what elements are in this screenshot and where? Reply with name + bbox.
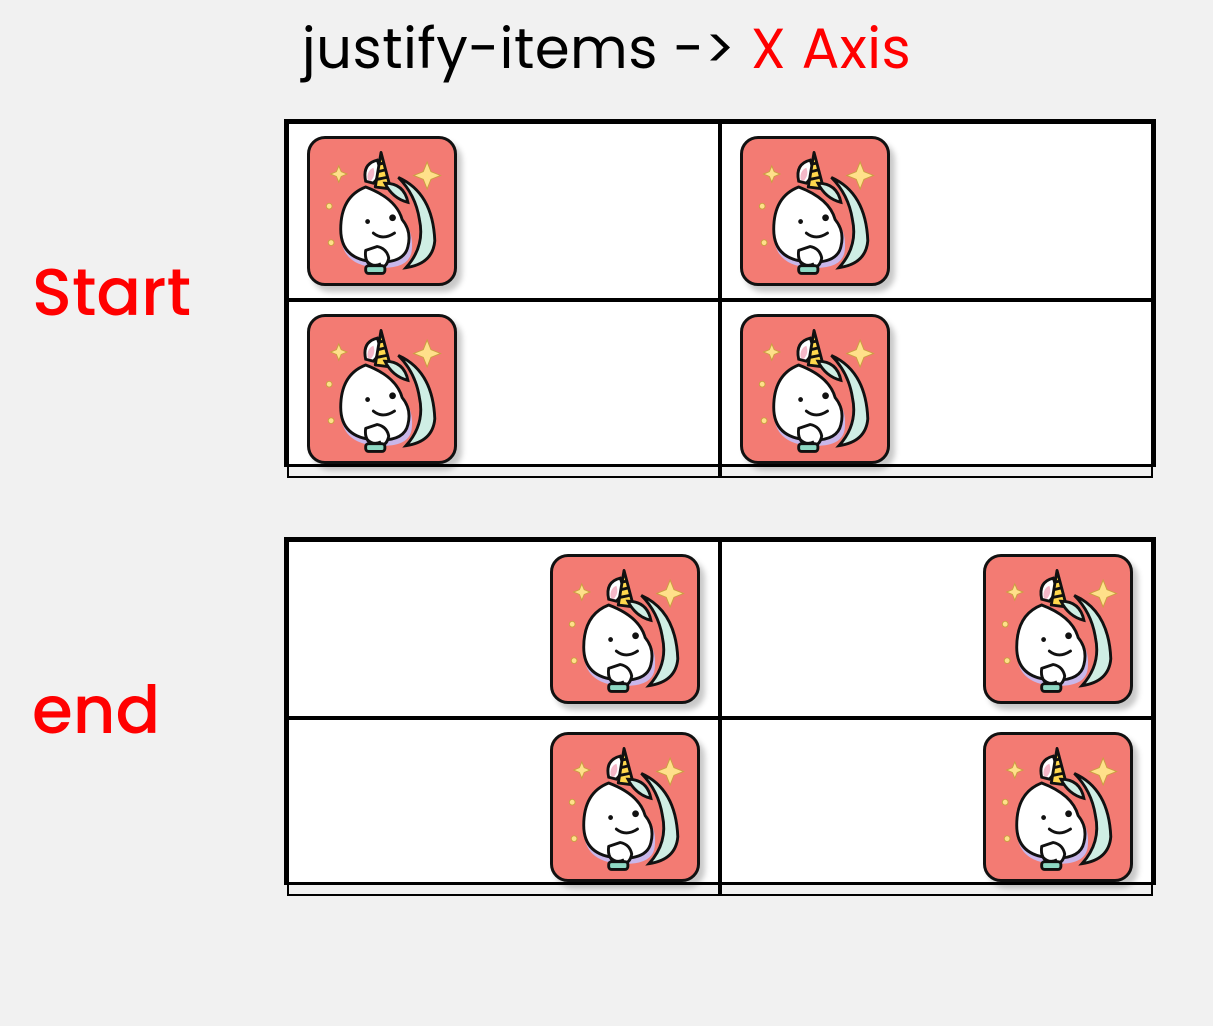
- example-label: end: [32, 662, 258, 761]
- unicorn-icon: [550, 732, 700, 882]
- unicorn-icon: [550, 554, 700, 704]
- grid-cell: [720, 122, 1153, 300]
- example-row-end: end: [0, 537, 1213, 885]
- grid-cell: [287, 718, 720, 896]
- grid-end: [284, 537, 1156, 885]
- diagram-title: justify-items -> X Axis: [0, 0, 1213, 119]
- unicorn-icon: [983, 554, 1133, 704]
- grid-cell: [287, 300, 720, 478]
- unicorn-icon: [307, 136, 457, 286]
- unicorn-icon: [307, 314, 457, 464]
- title-property: justify-items ->: [302, 9, 736, 88]
- unicorn-icon: [983, 732, 1133, 882]
- unicorn-icon: [740, 136, 890, 286]
- grid-cell: [287, 540, 720, 718]
- example-label: Start: [32, 244, 258, 343]
- unicorn-icon: [740, 314, 890, 464]
- grid-cell: [287, 122, 720, 300]
- grid-start: [284, 119, 1156, 467]
- title-axis: X Axis: [751, 9, 911, 88]
- grid-cell: [720, 540, 1153, 718]
- example-row-start: Start: [0, 119, 1213, 467]
- grid-cell: [720, 718, 1153, 896]
- grid-cell: [720, 300, 1153, 478]
